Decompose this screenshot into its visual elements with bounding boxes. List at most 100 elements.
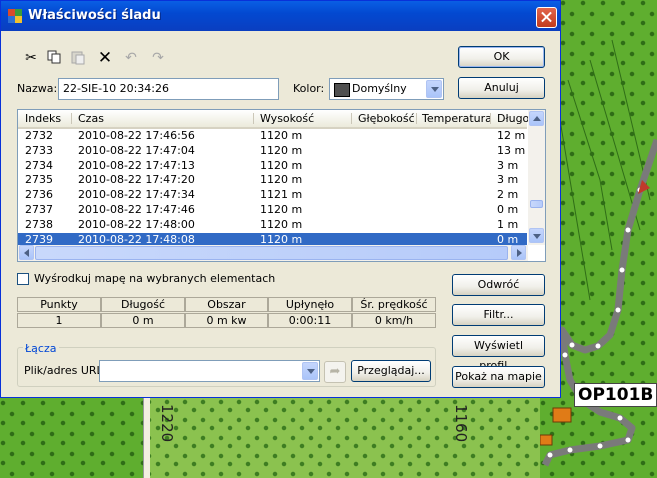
table-cell: 2735 bbox=[25, 173, 53, 187]
name-label: Nazwa: bbox=[17, 82, 58, 95]
arrow-icon: ➦ bbox=[329, 364, 341, 379]
scroll-right-button[interactable] bbox=[511, 245, 526, 260]
table-cell: 2010-08-22 17:47:46 bbox=[78, 202, 195, 216]
table-cell: 2737 bbox=[25, 202, 53, 216]
table-cell: 1120 m bbox=[260, 173, 303, 187]
table-cell: 2736 bbox=[25, 188, 53, 202]
contour-label: 1160 bbox=[452, 404, 470, 443]
stat-header: Upłynęło czasu bbox=[268, 297, 352, 325]
table-cell: 2 m bbox=[497, 188, 519, 202]
column-header[interactable]: Czas bbox=[78, 112, 104, 125]
table-header: Indeks Czas Wysokość Głębokość Temperatu… bbox=[18, 110, 529, 129]
stat-header: Obszar bbox=[185, 297, 268, 312]
scroll-thumb[interactable] bbox=[530, 200, 543, 208]
close-button[interactable] bbox=[536, 7, 557, 28]
stat-header: Długość bbox=[101, 297, 185, 312]
center-map-label[interactable]: Wyśrodkuj mapę na wybranych elementach bbox=[34, 272, 275, 285]
open-link-button[interactable]: ➦ bbox=[324, 361, 346, 383]
browse-button[interactable]: Przeglądaj... bbox=[351, 360, 431, 382]
table-cell: 3 m bbox=[497, 173, 519, 187]
table-cell: 3 m bbox=[497, 158, 519, 172]
table-cell: 13 m bbox=[497, 143, 526, 157]
waypoint-label[interactable]: OP101B bbox=[574, 383, 657, 407]
table-row[interactable]: 2736 2010-08-22 17:47:34 1121 m 2 m bbox=[18, 188, 527, 203]
table-row[interactable]: 2738 2010-08-22 17:48:00 1120 m 1 m bbox=[18, 218, 527, 233]
table-cell: 2010-08-22 17:47:13 bbox=[78, 158, 195, 172]
ok-button[interactable]: OK bbox=[458, 46, 545, 68]
delete-icon[interactable]: ✕ bbox=[96, 49, 114, 67]
table-cell: 1120 m bbox=[260, 143, 303, 157]
table-row[interactable]: 2733 2010-08-22 17:47:04 1120 m 13 m bbox=[18, 144, 527, 159]
dialog-title: Właściwości śladu bbox=[28, 8, 161, 23]
scroll-up-button[interactable] bbox=[529, 111, 544, 126]
url-label: Plik/adres URL: bbox=[24, 364, 107, 377]
paste-icon[interactable] bbox=[69, 49, 87, 67]
table-cell: 2738 bbox=[25, 217, 53, 231]
table-cell: 1120 m bbox=[260, 158, 303, 172]
table-cell: 2010-08-22 17:48:00 bbox=[78, 217, 195, 231]
column-header[interactable]: Głębokość bbox=[358, 112, 415, 125]
table-cell: 1121 m bbox=[260, 188, 303, 202]
column-header[interactable]: Długo bbox=[497, 112, 529, 125]
table-cell: 0 m bbox=[497, 202, 519, 216]
color-swatch bbox=[334, 83, 350, 97]
table-row[interactable]: 2732 2010-08-22 17:46:56 1120 m 12 m bbox=[18, 129, 527, 144]
statistics-panel: Punkty Długość Obszar Upłynęło czasu Śr.… bbox=[17, 297, 436, 329]
table-row[interactable]: 2735 2010-08-22 17:47:20 1120 m 3 m bbox=[18, 173, 527, 188]
cancel-button[interactable]: Anuluj bbox=[458, 77, 545, 99]
stat-header: Śr. prędkość bbox=[352, 297, 436, 312]
column-header[interactable]: Temperatura bbox=[422, 112, 492, 125]
map-light-area bbox=[145, 398, 540, 478]
undo-icon[interactable]: ↶ bbox=[122, 49, 140, 67]
stat-value: 0 km/h bbox=[352, 313, 436, 328]
center-map-checkbox[interactable] bbox=[17, 273, 29, 285]
show-profile-button[interactable]: Wyświetl profil... bbox=[452, 335, 545, 372]
table-cell: 1120 m bbox=[260, 202, 303, 216]
chevron-down-icon[interactable] bbox=[426, 80, 442, 98]
stat-value: 0 m bbox=[101, 313, 185, 328]
table-cell: 2010-08-22 17:47:34 bbox=[78, 188, 195, 202]
hscroll-thumb[interactable] bbox=[35, 246, 508, 260]
table-row[interactable]: 2734 2010-08-22 17:47:13 1120 m 3 m bbox=[18, 159, 527, 174]
vertical-scrollbar[interactable] bbox=[528, 110, 545, 245]
stat-value: 1 bbox=[17, 313, 101, 328]
color-value: Domyślny bbox=[352, 82, 407, 95]
horizontal-scrollbar[interactable] bbox=[18, 245, 528, 261]
table-row[interactable]: 2737 2010-08-22 17:47:46 1120 m 0 m bbox=[18, 203, 527, 218]
stat-value: 0:00:11 bbox=[268, 313, 352, 328]
table-cell: 2734 bbox=[25, 158, 53, 172]
table-cell: 12 m bbox=[497, 129, 526, 142]
show-on-map-button[interactable]: Pokaż na mapie bbox=[452, 366, 545, 388]
cut-icon[interactable]: ✂ bbox=[22, 49, 40, 67]
column-header[interactable]: Indeks bbox=[25, 112, 61, 125]
chevron-down-icon[interactable] bbox=[302, 362, 318, 380]
name-field[interactable]: 22-SIE-10 20:34:26 bbox=[58, 78, 279, 100]
copy-icon[interactable] bbox=[45, 49, 63, 67]
app-icon bbox=[8, 9, 22, 23]
table-cell: 2010-08-22 17:46:56 bbox=[78, 129, 195, 142]
table-cell: 1120 m bbox=[260, 217, 303, 231]
table-cell: 1120 m bbox=[260, 129, 303, 142]
links-group-title: Łącza bbox=[23, 342, 59, 355]
table-cell: 2732 bbox=[25, 129, 53, 142]
scroll-left-button[interactable] bbox=[19, 245, 34, 260]
table-cell: 2010-08-22 17:47:20 bbox=[78, 173, 195, 187]
color-label: Kolor: bbox=[293, 82, 325, 95]
table-body: 2732 2010-08-22 17:46:56 1120 m 12 m 2733 201… bbox=[18, 129, 527, 248]
stat-header: Punkty bbox=[17, 297, 101, 312]
column-header[interactable]: Wysokość bbox=[260, 112, 314, 125]
reverse-button[interactable]: Odwróć bbox=[452, 274, 545, 296]
scroll-down-button[interactable] bbox=[529, 228, 544, 243]
table-cell: 2010-08-22 17:47:04 bbox=[78, 143, 195, 157]
table-cell: 2733 bbox=[25, 143, 53, 157]
redo-icon[interactable]: ↷ bbox=[149, 49, 167, 67]
title-bar[interactable]: Właściwości śladu bbox=[1, 1, 560, 31]
table-cell: 1 m bbox=[497, 217, 519, 231]
contour-label: 1220 bbox=[158, 404, 176, 443]
stat-value: 0 m kw bbox=[185, 313, 268, 328]
url-field[interactable] bbox=[99, 360, 320, 382]
map-boundary-line bbox=[143, 398, 150, 478]
color-select[interactable]: Domyślny bbox=[329, 78, 444, 100]
filter-button[interactable]: Filtr... bbox=[452, 304, 545, 326]
track-points-table[interactable]: Indeks Czas Wysokość Głębokość Temperatu… bbox=[17, 109, 546, 262]
